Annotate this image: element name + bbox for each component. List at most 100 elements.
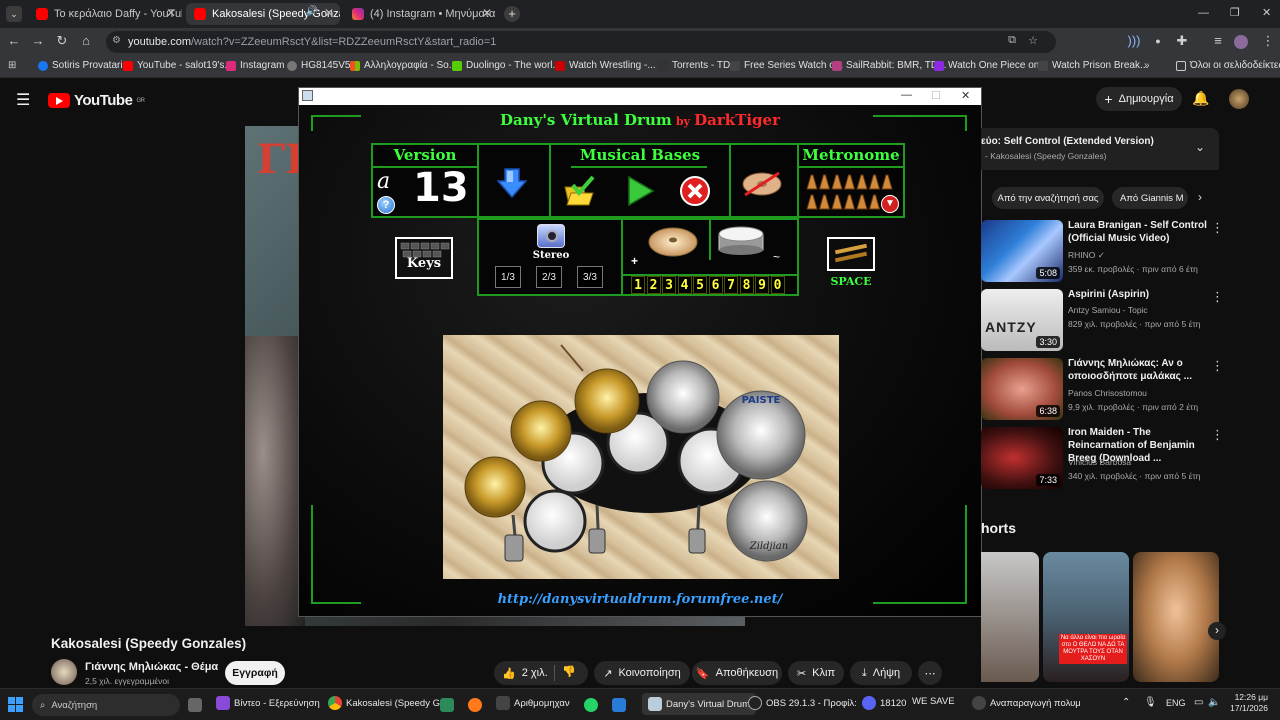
back-arrow-icon[interactable]: ← bbox=[6, 33, 22, 48]
video-channel[interactable]: Vinicius Barbosa bbox=[1068, 457, 1228, 467]
number-key-9[interactable]: 9 bbox=[755, 276, 769, 294]
metronome-beat-icon[interactable] bbox=[831, 174, 843, 190]
metronome-beat-icon[interactable] bbox=[856, 174, 868, 190]
video-title[interactable]: Laura Branigan - Self Control (Official … bbox=[1068, 219, 1208, 245]
install-icon[interactable]: ⧉ bbox=[1008, 34, 1016, 47]
bookmark-item[interactable]: SailRabbit: BMR, TD... bbox=[832, 60, 946, 71]
more-vert-icon[interactable]: ⋮ bbox=[1211, 358, 1224, 374]
metronome-beat-icon[interactable] bbox=[818, 194, 831, 210]
bookmark-item[interactable]: YouTube - salot19's... bbox=[123, 60, 233, 71]
taskbar-search[interactable]: ⌕ Αναζήτηση bbox=[32, 694, 180, 716]
stop-icon[interactable] bbox=[679, 175, 711, 207]
metronome-beat-icon[interactable] bbox=[831, 194, 843, 210]
notifications-bell-icon[interactable]: 🔔 bbox=[1192, 90, 1209, 107]
clock[interactable]: 12:26 μμ 17/1/2026 bbox=[1222, 692, 1268, 714]
metronome-power-icon[interactable]: ▼ bbox=[881, 195, 899, 213]
address-bar[interactable]: ⚙ youtube.com/watch?v=ZZeeumRsctY&list=R… bbox=[106, 31, 1056, 53]
video-title[interactable]: Aspirini (Aspirin) bbox=[1068, 288, 1208, 301]
speaker-icon[interactable]: 🔊 bbox=[306, 6, 318, 17]
thumbs-up-icon[interactable]: 👍 bbox=[502, 667, 516, 680]
extension-dot-icon[interactable]: ● bbox=[1150, 36, 1166, 46]
minimize-icon[interactable]: — bbox=[1198, 7, 1209, 19]
forward-arrow-icon[interactable]: → bbox=[30, 33, 46, 48]
cymbal-mute-icon[interactable] bbox=[741, 167, 783, 201]
snare-kit-icon[interactable] bbox=[715, 224, 767, 258]
taskbar-item-calculator[interactable]: Αριθμομηχαν bbox=[496, 696, 570, 710]
tab-kakosalesi[interactable]: Kakosalesi (Speedy Gonzales 🔊 ✕ bbox=[186, 3, 340, 25]
video-thumbnail[interactable]: 6:38 bbox=[981, 358, 1063, 420]
audio-icon[interactable]: ))) bbox=[1126, 33, 1142, 48]
number-key-2[interactable]: 2 bbox=[646, 276, 661, 294]
tab-search-button[interactable]: ⌄ bbox=[6, 6, 22, 22]
number-key-1[interactable]: 1 bbox=[631, 276, 645, 294]
like-count[interactable]: 2 χιλ. bbox=[522, 667, 548, 679]
taskbar-item-video-explorer[interactable]: Βίντεο - Εξερεύνηση bbox=[216, 696, 320, 710]
website-link[interactable]: http://danysvirtualdrum.forumfree.net/ bbox=[299, 592, 981, 607]
ratio-1-3-button[interactable]: 1/3 bbox=[495, 266, 521, 288]
monitor-icon[interactable]: ▭ bbox=[1194, 697, 1203, 708]
close-icon[interactable]: ✕ bbox=[166, 6, 176, 20]
taskbar-item-media-player[interactable]: Αναπαραγωγή πολυμ bbox=[972, 696, 1081, 710]
site-info-icon[interactable]: ⚙ bbox=[112, 35, 121, 46]
chip-from-channel[interactable]: Από Giannis M bbox=[1112, 187, 1188, 209]
restore-icon[interactable]: ❐ bbox=[1230, 6, 1240, 19]
tab-list-icon[interactable]: ≡ bbox=[1210, 33, 1226, 48]
thumbs-down-icon[interactable]: 👎 bbox=[562, 665, 576, 678]
bookmark-item[interactable]: Watch One Piece on... bbox=[934, 60, 1048, 71]
language-indicator[interactable]: ENG bbox=[1166, 698, 1186, 708]
more-vert-icon[interactable]: ⋮ bbox=[1211, 427, 1224, 443]
metronome-beat-icon[interactable] bbox=[843, 194, 856, 210]
home-icon[interactable]: ⌂ bbox=[78, 33, 94, 48]
volume-icon[interactable]: 🔈 bbox=[1208, 697, 1220, 708]
more-vert-icon[interactable]: ⋮ bbox=[1260, 33, 1276, 49]
metronome-beat-icon[interactable] bbox=[806, 174, 818, 190]
save-button[interactable]: 🔖 Αποθήκευση bbox=[692, 661, 782, 685]
more-actions-button[interactable]: ⋯ bbox=[918, 661, 942, 685]
video-thumbnail[interactable]: ANTZY 3:30 bbox=[981, 289, 1063, 351]
more-bookmarks-icon[interactable]: » bbox=[1144, 60, 1150, 71]
close-window-icon[interactable]: ✕ bbox=[1262, 6, 1271, 19]
whatsapp-icon[interactable] bbox=[584, 698, 598, 712]
metronome-beat-icon[interactable] bbox=[868, 174, 881, 190]
bookmark-item[interactable]: Sotiris Provataris bbox=[38, 60, 128, 71]
video-title[interactable]: Γιάννης Μηλιώκας: Αν ο οποιοσδήποτε μαλά… bbox=[1068, 357, 1208, 383]
app-icon[interactable] bbox=[440, 698, 454, 712]
recommended-video[interactable]: 5:08 Laura Branigan - Self Control (Offi… bbox=[981, 220, 1276, 286]
video-channel[interactable]: Panos Chrisostomou bbox=[1068, 388, 1228, 398]
more-vert-icon[interactable]: ⋮ bbox=[1211, 220, 1224, 236]
chip-from-search[interactable]: Από την αναζήτησή σας bbox=[992, 187, 1104, 209]
all-bookmarks[interactable]: Όλοι οι σελιδοδείκτες bbox=[1176, 60, 1280, 71]
create-button[interactable]: + Δημιουργία bbox=[1096, 87, 1182, 111]
app-icon[interactable] bbox=[612, 698, 626, 712]
extensions-puzzle-icon[interactable]: ✚ bbox=[1174, 33, 1190, 49]
recommended-video[interactable]: 7:33 Iron Maiden - The Reincarnation of … bbox=[981, 427, 1276, 493]
taskbar-item-wesave[interactable]: WE SAVE bbox=[912, 696, 955, 707]
ratio-3-3-button[interactable]: 3/3 bbox=[577, 266, 603, 288]
youtube-logo[interactable]: YouTube GR bbox=[48, 92, 145, 109]
video-thumbnail[interactable]: 5:08 bbox=[981, 220, 1063, 282]
recommended-video[interactable]: ANTZY 3:30 Aspirini (Aspirin) Antzy Sami… bbox=[981, 289, 1276, 355]
more-vert-icon[interactable]: ⋮ bbox=[1211, 289, 1224, 305]
video-thumbnail[interactable]: 7:33 bbox=[981, 427, 1063, 489]
task-view-icon[interactable] bbox=[188, 698, 202, 712]
subscribe-button[interactable]: Εγγραφή bbox=[225, 661, 285, 685]
bookmark-item[interactable]: Torrents - TD bbox=[658, 60, 730, 71]
reload-icon[interactable]: ↻ bbox=[54, 33, 70, 49]
new-tab-button[interactable]: + bbox=[504, 6, 520, 22]
firefox-icon[interactable] bbox=[468, 698, 482, 712]
bookmark-item[interactable]: Watch Prison Break... bbox=[1038, 60, 1148, 71]
number-key-7[interactable]: 7 bbox=[724, 276, 738, 294]
metronome-beat-icon[interactable] bbox=[818, 174, 831, 190]
recommended-video[interactable]: 6:38 Γιάννης Μηλιώκας: Αν ο οποιοσδήποτε… bbox=[981, 358, 1276, 424]
metronome-beat-icon[interactable] bbox=[856, 194, 868, 210]
number-key-4[interactable]: 4 bbox=[677, 276, 692, 294]
stereo-speaker-icon[interactable] bbox=[537, 224, 565, 248]
metronome-beat-icon[interactable] bbox=[881, 174, 893, 190]
number-key-6[interactable]: 6 bbox=[708, 276, 723, 294]
metronome-beat-icon[interactable] bbox=[843, 174, 856, 190]
metronome-beat-icon[interactable] bbox=[868, 194, 881, 210]
bookmark-item[interactable]: Free Series Watch o... bbox=[730, 60, 843, 71]
ratio-2-3-button[interactable]: 2/3 bbox=[536, 266, 562, 288]
close-icon[interactable]: ✕ bbox=[324, 6, 334, 20]
bookmark-item[interactable]: Watch Wrestling -... bbox=[555, 60, 656, 71]
